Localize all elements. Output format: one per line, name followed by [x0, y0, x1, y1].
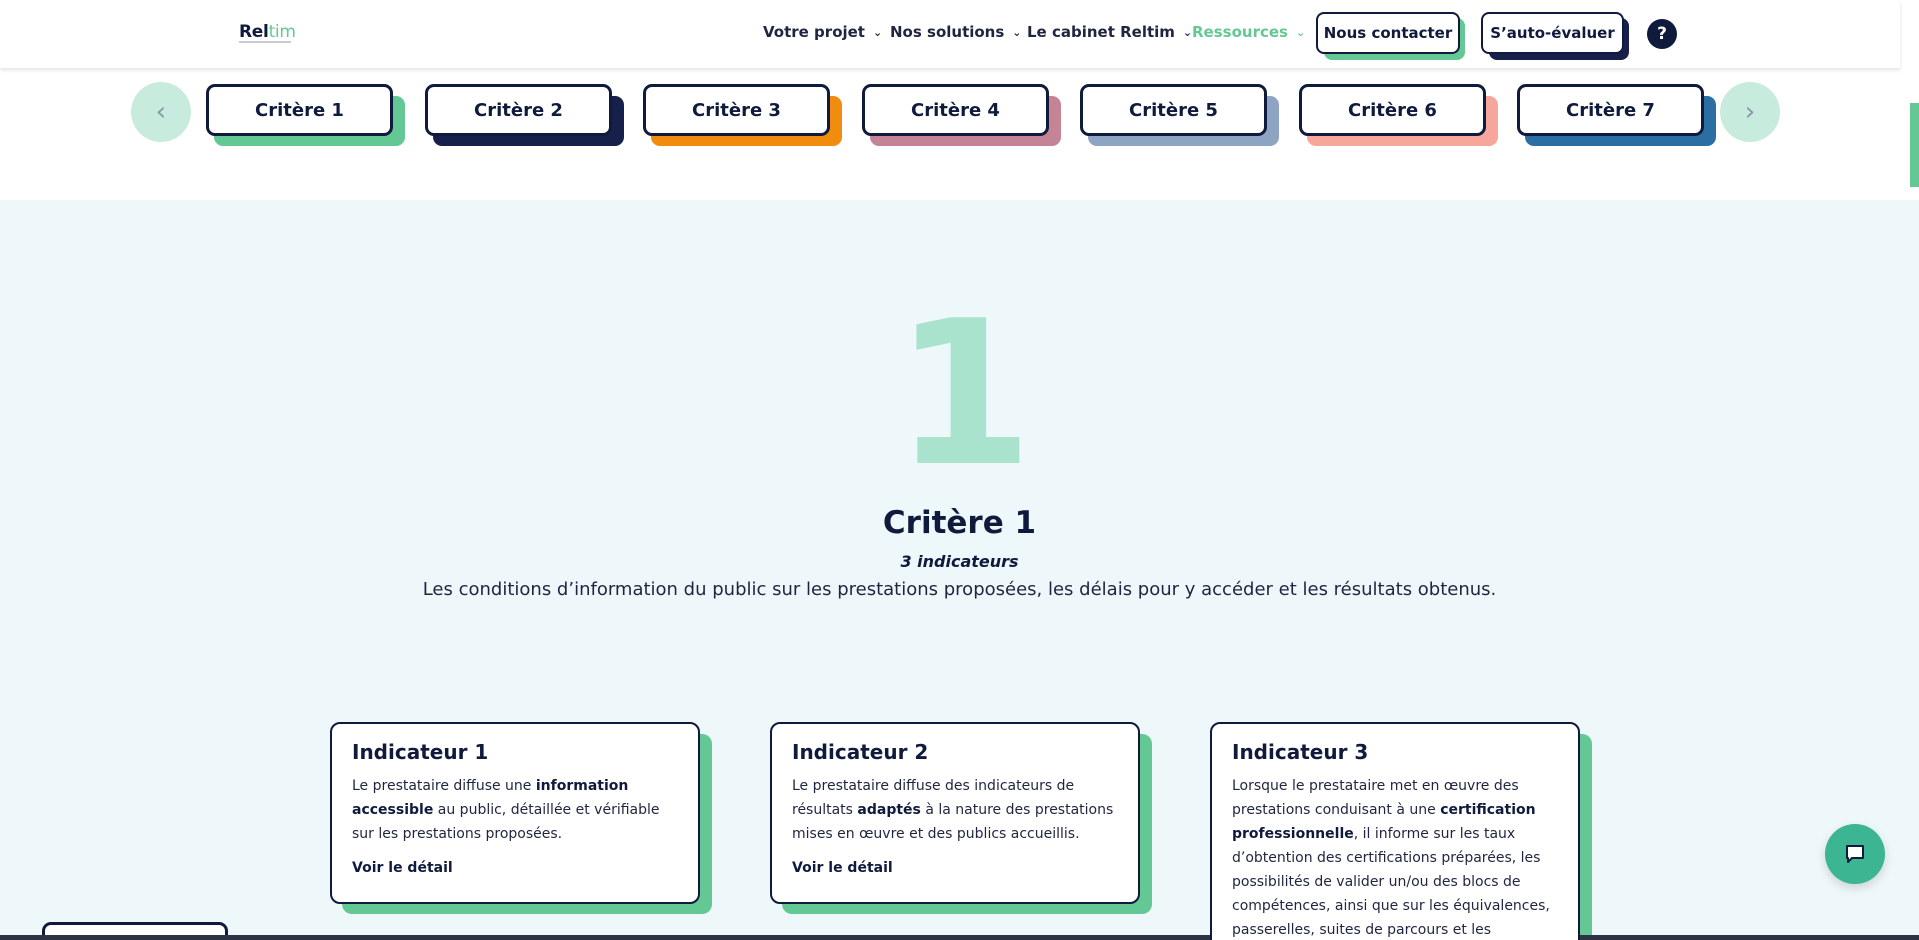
tab-critere-5[interactable]: Critère 5 — [1080, 84, 1267, 136]
criterion-indicator-count: 3 indicateurs — [900, 552, 1019, 571]
tab-critere-6[interactable]: Critère 6 — [1299, 84, 1486, 136]
indicator-title: Indicateur 1 — [352, 740, 489, 764]
chevron-left-icon: ‹ — [155, 97, 167, 127]
nav-votre-projet[interactable]: Votre projet ⌄ — [763, 23, 882, 41]
chat-bubble-icon — [1846, 845, 1864, 863]
chevron-right-icon: › — [1744, 97, 1756, 127]
indicator-title: Indicateur 2 — [792, 740, 929, 764]
chevron-down-icon: ⌄ — [1182, 26, 1193, 39]
carousel-prev-button[interactable]: ‹ — [131, 82, 191, 142]
tab-critere-3[interactable]: Critère 3 — [643, 84, 830, 136]
tab-critere-2[interactable]: Critère 2 — [425, 84, 612, 136]
indicator-text: Lorsque le prestataire met en œuvre des … — [1232, 778, 1550, 938]
chevron-down-icon: ⌄ — [1012, 26, 1022, 39]
nav-le-cabinet[interactable]: Le cabinet Reltim ⌄ — [1027, 23, 1192, 41]
self-eval-button[interactable]: S’auto-évaluer — [1481, 12, 1624, 54]
tab-critere-1[interactable]: Critère 1 — [206, 84, 393, 136]
bottom-edge — [0, 935, 1919, 940]
criterion-description: Les conditions d’information du public s… — [422, 579, 1497, 600]
help-icon[interactable]: ? — [1647, 19, 1677, 49]
indicator-card-1: Indicateur 1 Le prestataire diffuse une … — [330, 722, 700, 904]
indicator-card-3: Indicateur 3 Lorsque le prestataire met … — [1210, 722, 1580, 940]
reltim-logo[interactable]: Reltim — [239, 22, 296, 42]
nav-ressources[interactable]: Ressources ⌄ — [1192, 23, 1305, 41]
tab-critere-7[interactable]: Critère 7 — [1517, 84, 1704, 136]
carousel-next-button[interactable]: › — [1720, 82, 1780, 142]
page-scrollbar[interactable] — [1910, 103, 1919, 187]
indicator-text: Le prestataire diffuse des indicateurs d… — [792, 778, 1114, 842]
logo-tagline — [239, 41, 291, 43]
criterion-number: 1 — [893, 278, 1033, 511]
see-detail-link[interactable]: Voir le détail — [792, 860, 1118, 876]
nav-nos-solutions[interactable]: Nos solutions ⌄ — [890, 23, 1022, 41]
chat-button[interactable] — [1825, 824, 1885, 884]
indicator-text: Le prestataire diffuse une information a… — [352, 778, 660, 842]
indicator-title: Indicateur 3 — [1232, 740, 1369, 764]
contact-button[interactable]: Nous contacter — [1316, 12, 1460, 54]
site-header: Reltim Votre projet ⌄ Nos solutions ⌄ Le c… — [0, 0, 1900, 68]
criterion-title: Critère 1 — [882, 505, 1037, 541]
tab-critere-4[interactable]: Critère 4 — [862, 84, 1049, 136]
see-detail-link[interactable]: Voir le détail — [352, 860, 678, 876]
chevron-down-icon: ⌄ — [1295, 26, 1306, 39]
indicator-card-2: Indicateur 2 Le prestataire diffuse des … — [770, 722, 1140, 904]
chevron-down-icon: ⌄ — [872, 26, 883, 39]
